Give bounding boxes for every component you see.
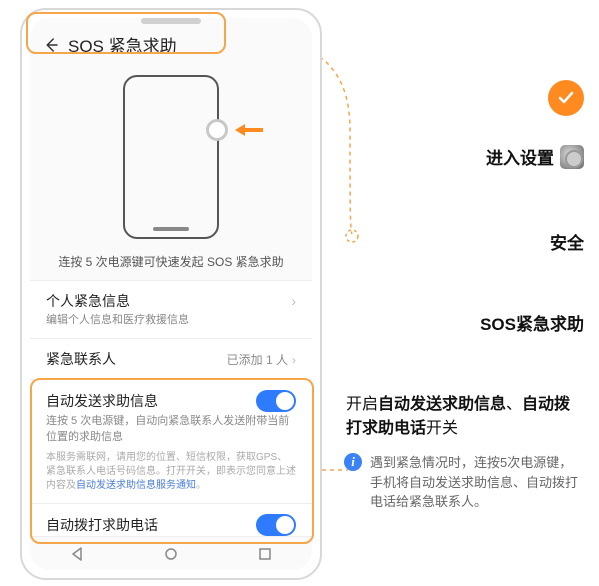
phone-mockup: SOS 紧急求助 连按 5 次电源键可快速发起 SOS 紧急求助 个人紧急信息 … — [20, 8, 322, 580]
tip-text: 遇到紧急情况时，连按5次电源键，手机将自动发送求助信息、自动拨打电话给紧急联系人… — [370, 453, 584, 512]
illustration-caption: 连按 5 次电源键可快速发起 SOS 紧急求助 — [58, 253, 283, 270]
step-enable-toggles: 开启自动发送求助信息、自动拨打求助电话开关 — [344, 393, 584, 441]
chevron-right-icon: › — [292, 353, 296, 367]
nav-back-icon[interactable] — [69, 546, 85, 562]
chevron-right-icon: › — [291, 293, 296, 309]
tip-note: i 遇到紧急情况时，连按5次电源键，手机将自动发送求助信息、自动拨打电话给紧急联… — [344, 453, 584, 512]
nav-home-icon[interactable] — [163, 546, 179, 562]
checkmark-badge — [548, 80, 584, 116]
step-sos: SOS紧急求助 — [344, 310, 584, 335]
row-auto-send: 自动发送求助信息 连按 5 次电源键，自动向紧急联系人发送附带当前位置的求助信息… — [30, 379, 312, 503]
screen-header: SOS 紧急求助 — [30, 18, 312, 69]
row-emergency-contacts[interactable]: 紧急联系人 已添加 1 人› — [30, 338, 312, 379]
row-title: 紧急联系人 — [46, 349, 116, 369]
row-legal-text: 本服务需联网，请用您的位置、短信权限，获取GPS、紧急联系人电话号码信息。打开开… — [46, 451, 296, 493]
power-button-indicator — [206, 119, 228, 141]
row-subtitle: 编辑个人信息和医疗救援信息 — [46, 313, 296, 328]
row-title: 自动拨打求助电话 — [46, 515, 158, 535]
auto-call-toggle[interactable] — [256, 514, 296, 536]
instructions-panel: 进入设置 安全 SOS紧急求助 开启自动发送求助信息、自动拨打求助电话开关 i … — [344, 80, 584, 512]
check-icon — [556, 88, 576, 108]
row-personal-info[interactable]: 个人紧急信息 › 编辑个人信息和医疗救援信息 — [30, 280, 312, 338]
row-status: 已添加 1 人› — [227, 351, 296, 368]
mini-phone-graphic — [123, 75, 219, 239]
step-security: 安全 — [344, 229, 584, 254]
back-arrow-icon[interactable] — [42, 36, 60, 54]
row-title: 个人紧急信息 — [46, 291, 130, 311]
legal-link[interactable]: 自动发送求助信息服务通知 — [76, 480, 196, 491]
step-enter-settings: 进入设置 — [344, 144, 584, 169]
row-title: 自动发送求助信息 — [46, 391, 158, 411]
illustration: 连按 5 次电源键可快速发起 SOS 紧急求助 — [30, 69, 312, 280]
phone-notch — [141, 18, 201, 24]
press-arrow-icon — [235, 123, 265, 137]
auto-send-toggle[interactable] — [256, 390, 296, 412]
settings-gear-icon — [560, 145, 584, 169]
android-navbar — [30, 536, 312, 570]
nav-recent-icon[interactable] — [257, 546, 273, 562]
phone-screen: SOS 紧急求助 连按 5 次电源键可快速发起 SOS 紧急求助 个人紧急信息 … — [30, 18, 312, 570]
info-icon: i — [344, 453, 362, 471]
row-subtitle: 连按 5 次电源键，自动向紧急联系人发送附带当前位置的求助信息 — [46, 414, 296, 445]
header-title: SOS 紧急求助 — [68, 32, 177, 57]
